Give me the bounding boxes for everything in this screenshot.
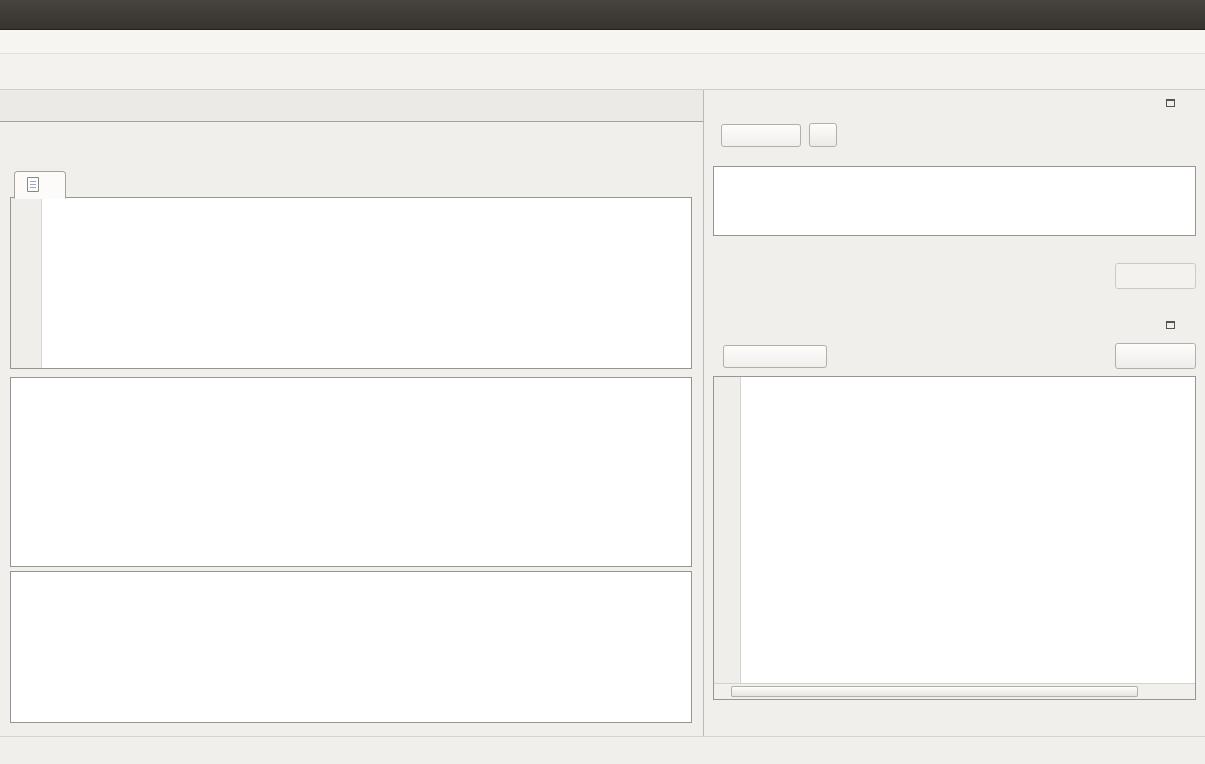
cell-editor[interactable]: [713, 166, 1196, 236]
log-close-button[interactable]: [1182, 318, 1196, 332]
sql-log-header: [713, 316, 1196, 334]
cell-float-button[interactable]: [1163, 96, 1177, 110]
left-panel: [0, 90, 703, 736]
sql-toolbar: [0, 122, 703, 166]
sql-tab[interactable]: [14, 171, 66, 199]
dock-tab-bar: [707, 706, 1205, 736]
results-grid: [10, 377, 692, 567]
scrollbar-track[interactable]: [731, 684, 1178, 699]
horizontal-scrollbar: [714, 683, 1195, 699]
edit-cell-header: [713, 94, 1196, 112]
statusbar: [0, 736, 1205, 764]
main-toolbar: [0, 54, 1205, 90]
settings-button[interactable]: [809, 123, 837, 147]
cell-close-button[interactable]: [1182, 96, 1196, 110]
float-icon: [1166, 321, 1175, 329]
scroll-left-icon[interactable]: [714, 684, 730, 699]
sql-editor[interactable]: [10, 197, 692, 369]
sql-log-pane: [713, 376, 1196, 700]
log-filter-select[interactable]: [723, 345, 827, 368]
scrollbar-thumb[interactable]: [731, 686, 1138, 697]
log-float-button[interactable]: [1163, 318, 1177, 332]
menubar: [0, 30, 1205, 54]
clear-button[interactable]: [1115, 343, 1196, 369]
messages-pane: [10, 571, 692, 723]
app-window: [0, 0, 1205, 764]
sql-tab-bar: [10, 166, 692, 198]
right-panel: [703, 90, 1205, 736]
log-filter-row: [713, 342, 1196, 370]
float-icon: [1166, 99, 1175, 107]
cell-mode-row: [713, 122, 1196, 148]
mode-select[interactable]: [721, 124, 801, 147]
sql-file-icon: [25, 177, 43, 193]
titlebar: [0, 0, 1205, 30]
apply-button: [1115, 263, 1196, 289]
main-tab-bar: [0, 90, 703, 122]
scroll-right-icon[interactable]: [1179, 684, 1195, 699]
